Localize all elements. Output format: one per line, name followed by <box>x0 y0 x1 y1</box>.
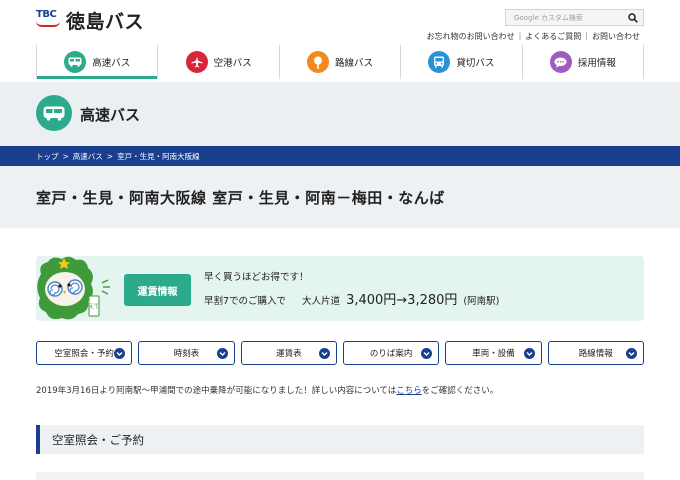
chevron-down-icon <box>523 348 535 359</box>
global-nav: 高速バス 空港バス 路線バス 貸切バス 採用情報 <box>36 45 645 79</box>
bus-icon <box>64 51 87 73</box>
chevron-down-icon <box>318 348 330 359</box>
mascot-sign-text: えで <box>89 303 100 310</box>
tab-timetable[interactable]: 時刻表 <box>138 341 235 365</box>
fare-info-box: えで 運賃情報 早く買うほどお得です！ 早割7でのご購入で 大人片道 3,400… <box>36 256 644 321</box>
tab-label: 路線情報 <box>578 349 613 359</box>
section-heading: 空室照会・ご予約 <box>36 425 644 454</box>
breadcrumb: トップ > 高速バス > 室戸・生見・阿南大阪線 <box>0 146 680 166</box>
section-title: 空室照会・ご予約 <box>52 432 144 447</box>
notice-before: 2019年3月16日より阿南駅〜甲浦間での途中乗降が可能になりました！詳しい内容… <box>36 386 397 396</box>
lost-items-link[interactable]: お忘れ物のお問い合わせ <box>423 31 519 42</box>
tab-vehicles[interactable]: 車両・設備 <box>445 341 542 365</box>
tab-label: 時刻表 <box>173 349 200 359</box>
nav-recruit[interactable]: 採用情報 <box>521 45 645 79</box>
notice-after: をご確認ください。 <box>421 386 499 396</box>
route-header: 室戸・生見・阿南大阪線 室戸・生見・阿南－梅田・なんば <box>0 166 680 228</box>
contact-link[interactable]: お問い合わせ <box>588 31 644 42</box>
tab-route-info[interactable]: 路線情報 <box>547 341 644 365</box>
breadcrumb-top[interactable]: トップ <box>36 151 59 162</box>
faq-link[interactable]: よくあるご質問 <box>521 31 585 42</box>
breadcrumb-current: 室戸・生見・阿南大阪線 <box>117 151 200 161</box>
mascot-illustration: えで <box>37 256 110 320</box>
tab-label: 車両・設備 <box>472 349 515 359</box>
tab-label: 空室照会・予約 <box>54 349 114 359</box>
nav-label: 空港バス <box>213 58 252 69</box>
logo-swoosh <box>36 21 60 27</box>
tab-reservation[interactable]: 空室照会・予約 <box>36 341 133 365</box>
bus-icon <box>36 95 72 131</box>
notice-text: 2019年3月16日より阿南駅〜甲浦間での途中乗降が可能になりました！詳しい内容… <box>36 384 498 396</box>
chevron-down-icon <box>114 348 126 359</box>
search-box <box>505 9 644 26</box>
tab-boarding-guide[interactable]: のりば案内 <box>342 341 440 365</box>
charter-bus-icon <box>428 51 451 73</box>
tab-label: のりば案内 <box>369 349 413 359</box>
site-logo[interactable]: TBC 徳島バス <box>36 8 145 33</box>
fare-stop: (阿南駅) <box>463 296 500 307</box>
route-title: 室戸・生見・阿南大阪線 室戸・生見・阿南－梅田・なんば <box>36 189 445 207</box>
breadcrumb-highway-bus[interactable]: 高速バス <box>73 151 103 162</box>
chevron-down-icon <box>216 348 228 359</box>
nav-label: 貸切バス <box>456 58 495 69</box>
page-title: 高速バス <box>80 106 141 124</box>
fare-price: 3,400円→3,280円 <box>346 293 458 308</box>
chevron-down-icon <box>421 348 433 359</box>
chat-icon <box>549 51 572 73</box>
fare-adult-label: 大人片道 <box>302 296 341 307</box>
nav-charter-bus[interactable]: 貸切バス <box>400 45 521 79</box>
nav-label: 路線バス <box>335 58 374 69</box>
nav-route-bus[interactable]: 路線バス <box>278 45 400 79</box>
notice-link[interactable]: こちら <box>396 386 422 396</box>
logo-mark-text: TBC <box>36 9 57 20</box>
nav-airport-bus[interactable]: 空港バス <box>157 45 278 79</box>
nav-highway-bus[interactable]: 高速バス <box>36 45 158 79</box>
airplane-icon <box>185 51 208 73</box>
tbc-logo-mark: TBC <box>36 9 62 31</box>
nav-label: 採用情報 <box>577 58 616 69</box>
route-sign-icon <box>307 51 329 73</box>
tab-label: 運賃表 <box>276 349 302 359</box>
brand-name: 徳島バス <box>66 10 145 33</box>
fare-condition: 早割7でのご購入で <box>204 296 287 307</box>
breadcrumb-separator: > <box>106 151 114 161</box>
nav-label: 高速バス <box>92 58 131 69</box>
tab-fare-table[interactable]: 運賃表 <box>240 341 337 365</box>
fare-headline: 早く買うほどお得です！ <box>204 272 309 283</box>
utility-links: お忘れ物のお問い合わせ | よくあるご質問 | お問い合わせ <box>423 31 644 42</box>
fare-detail: 早割7でのご購入で 大人片道 3,400円→3,280円 (阿南駅) <box>204 289 499 308</box>
fare-info-badge: 運賃情報 <box>124 274 191 306</box>
search-input[interactable] <box>506 13 624 22</box>
breadcrumb-separator: > <box>62 151 69 161</box>
chevron-down-icon <box>625 348 637 359</box>
reservation-panel <box>36 472 644 480</box>
section-tabs: 空室照会・予約 時刻表 運賃表 のりば案内 車両・設備 路線情報 <box>36 341 644 365</box>
search-icon[interactable] <box>628 13 638 23</box>
category-header: 高速バス <box>0 82 680 146</box>
